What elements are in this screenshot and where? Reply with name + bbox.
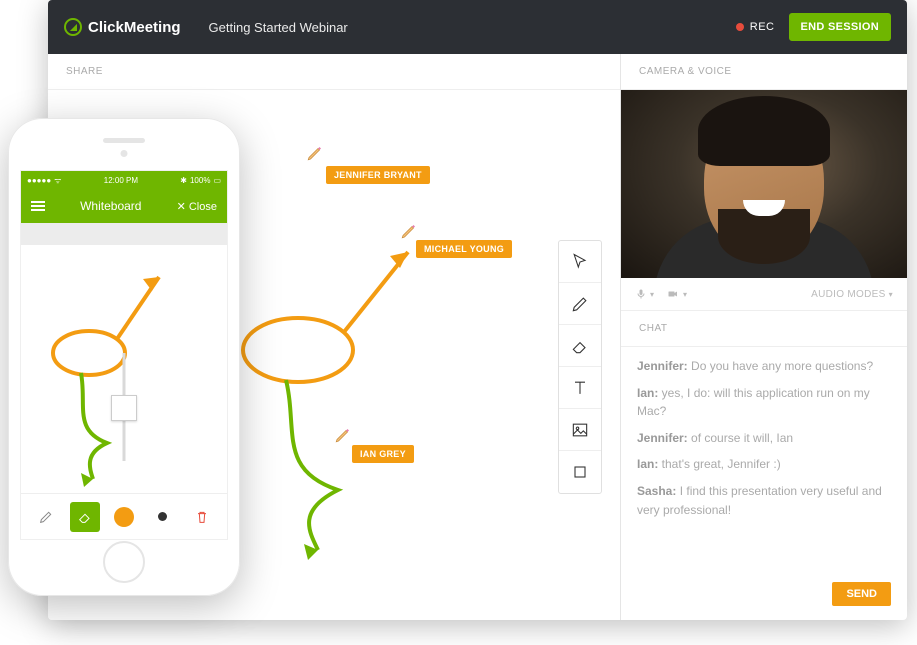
menu-icon[interactable] [31,201,45,211]
send-button[interactable]: SEND [832,582,891,606]
text-tool[interactable] [559,367,601,409]
phone-toolbar [21,493,227,539]
chat-message: Sasha: I find this presentation very use… [637,482,891,519]
phone-screen: ●●●●●ᯤ 12:00 PM ✱100%▭ Whiteboard ✕ Clos… [20,170,228,540]
record-dot-icon [736,23,744,31]
signal-icon: ●●●●● [27,176,51,185]
logo-icon [64,18,82,36]
user-tag: MICHAEL YOUNG [416,240,512,258]
microphone-toggle[interactable]: ▾ [635,288,654,300]
user-tag: IAN GREY [352,445,414,463]
share-panel-header: SHARE [48,54,620,90]
chat-message: Jennifer: Do you have any more questions… [637,357,891,376]
color-orange[interactable] [109,502,139,532]
audio-modes-button[interactable]: AUDIO MODES ▾ [811,289,893,300]
chat-messages: Jennifer: Do you have any more questions… [621,347,907,582]
side-panel: CAMERA & VOICE ▾ ▾ AUDIO MODES ▾ CHAT Je… [621,54,907,620]
user-tag: JENNIFER BRYANT [326,166,430,184]
chat-message: Ian: that's great, Jennifer :) [637,455,891,474]
shape-tool[interactable] [559,451,601,493]
phone-nav: Whiteboard ✕ Close [21,189,227,223]
chevron-down-icon: ▾ [889,290,893,299]
phone-whiteboard[interactable] [21,245,227,493]
chevron-down-icon: ▾ [683,290,687,299]
wifi-icon: ᯤ [54,175,61,186]
phone-title: Whiteboard [45,199,177,213]
color-black[interactable] [148,502,178,532]
camera-panel-header: CAMERA & VOICE [621,54,907,90]
end-session-button[interactable]: END SESSION [789,13,892,41]
close-button[interactable]: ✕ Close [177,200,217,213]
pencil-cursor-icon [400,222,418,240]
header-right: REC END SESSION [736,13,891,41]
pencil-cursor-icon [334,426,352,444]
chevron-down-icon: ▾ [650,290,654,299]
chat-message: Jennifer: of course it will, Ian [637,429,891,448]
select-tool[interactable] [559,241,601,283]
chat-message: Ian: yes, I do: will this application ru… [637,384,891,421]
delete-tool[interactable] [187,502,217,532]
pencil-tool[interactable] [31,502,61,532]
chat-panel-header: CHAT [621,311,907,347]
size-slider-handle[interactable] [111,395,137,421]
image-tool[interactable] [559,409,601,451]
whiteboard-toolbar [558,240,602,494]
av-controls: ▾ ▾ AUDIO MODES ▾ [621,278,907,311]
recording-indicator[interactable]: REC [736,21,775,33]
phone-time: 12:00 PM [104,176,138,185]
eraser-tool[interactable] [70,502,100,532]
brand-logo: ClickMeeting [64,18,181,36]
phone-status-bar: ●●●●●ᯤ 12:00 PM ✱100%▭ [21,171,227,189]
brand-name: ClickMeeting [88,19,181,36]
bluetooth-icon: ✱ [180,176,187,185]
eraser-tool[interactable] [559,325,601,367]
phone-mockup: ●●●●●ᯤ 12:00 PM ✱100%▭ Whiteboard ✕ Clos… [8,118,240,596]
rec-label: REC [750,21,775,33]
app-header: ClickMeeting Getting Started Webinar REC… [48,0,907,54]
pencil-cursor-icon [306,144,324,162]
chat-panel: Jennifer: Do you have any more questions… [621,347,907,620]
pencil-tool[interactable] [559,283,601,325]
phone-subheader [21,223,227,245]
meeting-title: Getting Started Webinar [209,20,348,35]
camera-toggle[interactable]: ▾ [666,288,687,300]
battery-pct: 100% [190,176,210,185]
camera-video[interactable] [621,90,907,278]
battery-icon: ▭ [213,176,221,185]
